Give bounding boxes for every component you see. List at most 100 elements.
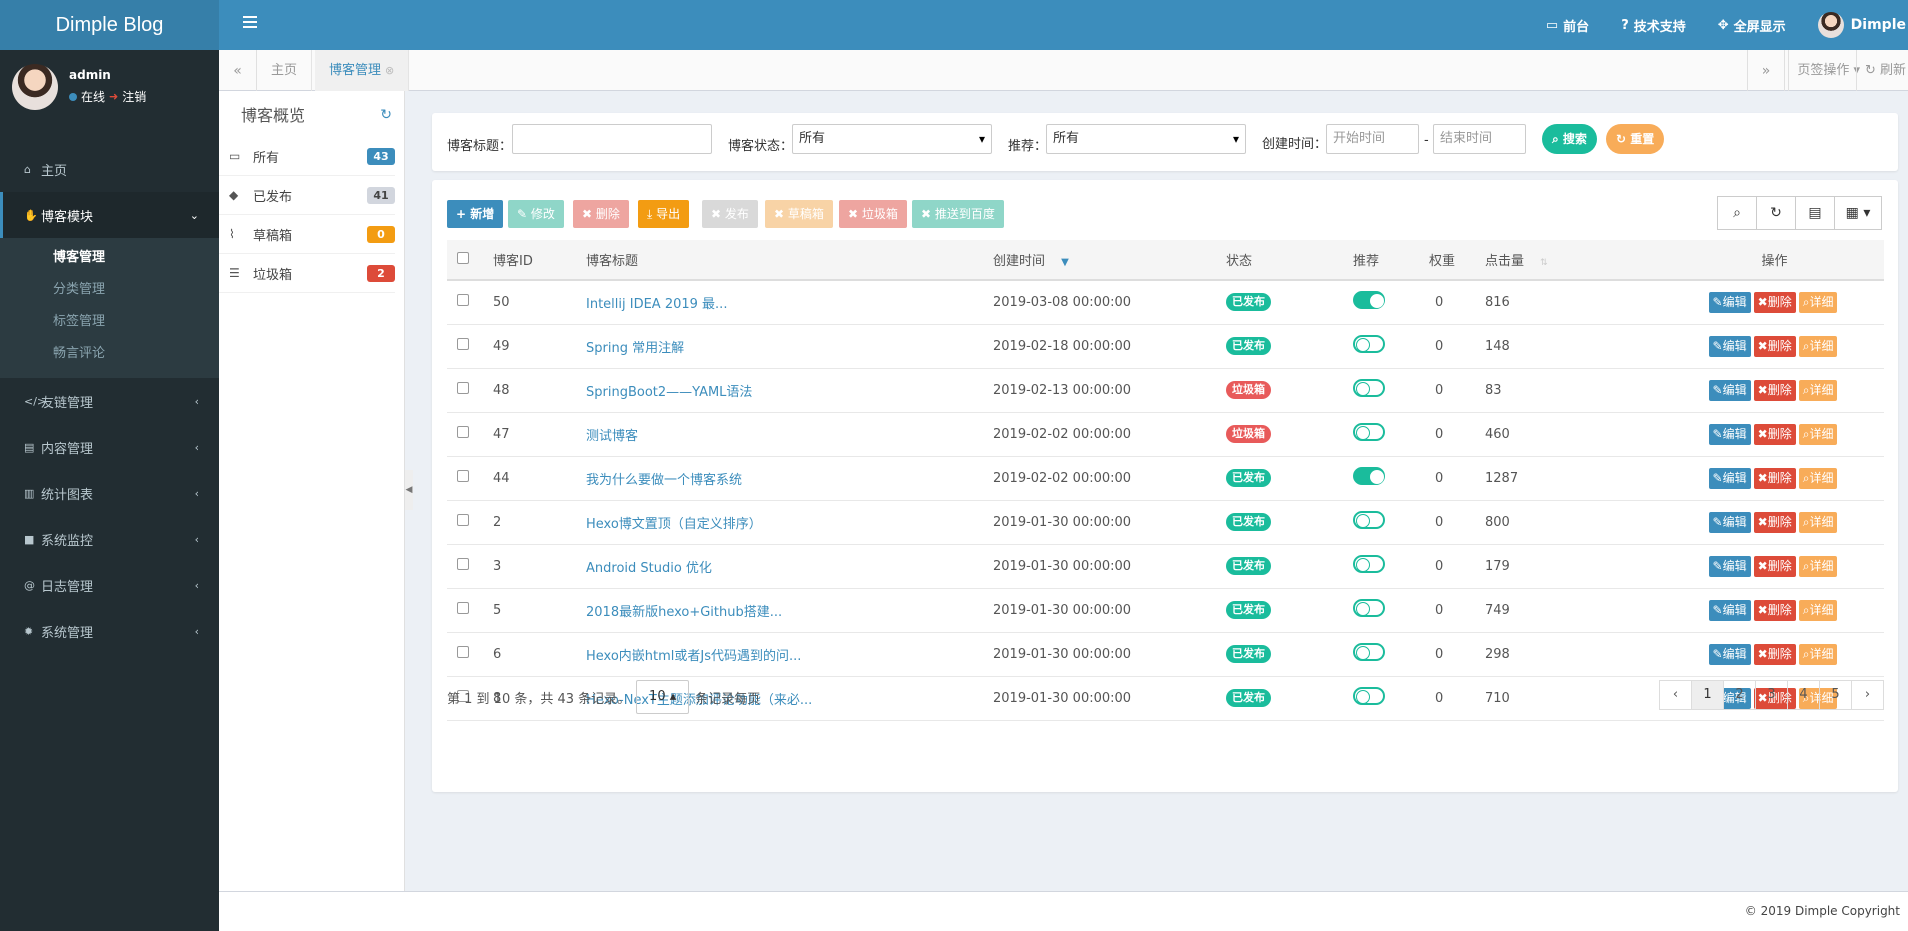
blog-title-link[interactable]: 测试博客	[586, 429, 638, 444]
submenu-category-manage[interactable]: 分类管理	[0, 274, 219, 306]
overview-item-published[interactable]: ◆ 已发布 41	[219, 176, 395, 215]
submenu-tag-manage[interactable]: 标签管理	[0, 306, 219, 338]
page-5[interactable]: 5	[1819, 680, 1852, 710]
recommend-toggle[interactable]	[1353, 423, 1385, 441]
refresh-tab-button[interactable]: ↻ 刷新	[1855, 50, 1908, 91]
sidebar-item-charts[interactable]: ▥ 统计图表 ‹	[0, 470, 219, 516]
col-recommend[interactable]: 推荐	[1343, 240, 1419, 281]
row-edit-button[interactable]: ✎编辑	[1708, 291, 1751, 313]
row-edit-button[interactable]: ✎编辑	[1708, 599, 1751, 621]
row-checkbox[interactable]	[457, 382, 469, 394]
sidebar-toggle-icon[interactable]	[243, 16, 257, 28]
blog-title-link[interactable]: Intellij IDEA 2019 最...	[586, 297, 727, 312]
row-delete-button[interactable]: ✖删除	[1753, 423, 1796, 445]
row-detail-button[interactable]: ⌕详细	[1798, 335, 1838, 357]
row-detail-button[interactable]: ⌕详细	[1798, 379, 1838, 401]
col-status[interactable]: 状态	[1216, 240, 1343, 281]
row-edit-button[interactable]: ✎编辑	[1708, 555, 1751, 577]
sidebar-item-blog-module[interactable]: ✋ 博客模块 ⌄	[0, 192, 219, 238]
row-delete-button[interactable]: ✖删除	[1753, 511, 1796, 533]
row-detail-button[interactable]: ⌕详细	[1798, 423, 1838, 445]
page-3[interactable]: 3	[1755, 680, 1788, 710]
row-edit-button[interactable]: ✎编辑	[1708, 643, 1751, 665]
row-detail-button[interactable]: ⌕详细	[1798, 511, 1838, 533]
blog-title-link[interactable]: Hexo内嵌html或者Js代码遇到的问...	[586, 649, 801, 664]
row-checkbox[interactable]	[457, 514, 469, 526]
recommend-toggle[interactable]	[1353, 379, 1385, 397]
overview-item-drafts[interactable]: ⌇ 草稿箱 0	[219, 215, 395, 254]
page-4[interactable]: 4	[1787, 680, 1820, 710]
page-2[interactable]: 2	[1723, 680, 1756, 710]
export-button[interactable]: ⤓ 导出	[638, 200, 690, 228]
recommend-toggle[interactable]	[1353, 687, 1385, 705]
submenu-blog-manage[interactable]: 博客管理	[0, 242, 219, 274]
sidebar-item-content[interactable]: ▤ 内容管理 ‹	[0, 424, 219, 470]
row-edit-button[interactable]: ✎编辑	[1708, 379, 1751, 401]
col-id[interactable]: 博客ID	[483, 240, 576, 281]
columns-icon[interactable]: ▦ ▾	[1834, 196, 1882, 230]
row-edit-button[interactable]: ✎编辑	[1708, 423, 1751, 445]
row-delete-button[interactable]: ✖删除	[1753, 599, 1796, 621]
row-checkbox[interactable]	[457, 602, 469, 614]
reset-button[interactable]: ↻ 重置	[1606, 124, 1665, 154]
toggle-view-icon[interactable]: ▤	[1795, 196, 1835, 230]
page-next[interactable]: ›	[1851, 680, 1884, 710]
tabs-scroll-right-icon[interactable]: »	[1747, 50, 1785, 91]
row-edit-button[interactable]: ✎编辑	[1708, 467, 1751, 489]
col-clicks[interactable]: 点击量 ⇅	[1475, 240, 1665, 281]
publish-button[interactable]: ✖ 发布	[702, 200, 758, 228]
recommend-toggle[interactable]	[1353, 599, 1385, 617]
trash-button[interactable]: ✖ 垃圾箱	[839, 200, 907, 228]
end-time-input[interactable]: 结束时间	[1433, 124, 1526, 154]
support-link[interactable]: ? 技术支持	[1621, 16, 1686, 35]
row-delete-button[interactable]: ✖删除	[1753, 643, 1796, 665]
sidebar-item-links[interactable]: </> 友链管理 ‹	[0, 378, 219, 424]
row-detail-button[interactable]: ⌕详细	[1798, 555, 1838, 577]
page-1[interactable]: 1	[1691, 680, 1724, 710]
row-checkbox[interactable]	[457, 470, 469, 482]
search-icon[interactable]: ⌕	[1717, 196, 1757, 230]
draft-button[interactable]: ✖ 草稿箱	[765, 200, 833, 228]
row-delete-button[interactable]: ✖删除	[1753, 335, 1796, 357]
col-weight[interactable]: 权重	[1419, 240, 1475, 281]
recommend-toggle[interactable]	[1353, 643, 1385, 661]
row-delete-button[interactable]: ✖删除	[1753, 291, 1796, 313]
col-create-time[interactable]: 创建时间 ▼	[983, 240, 1216, 281]
blog-title-link[interactable]: SpringBoot2——YAML语法	[586, 385, 752, 400]
row-checkbox[interactable]	[457, 426, 469, 438]
status-select[interactable]: 所有	[792, 124, 992, 154]
frontend-link[interactable]: ▭ 前台	[1546, 16, 1589, 35]
row-detail-button[interactable]: ⌕详细	[1798, 291, 1838, 313]
row-delete-button[interactable]: ✖删除	[1753, 555, 1796, 577]
refresh-icon[interactable]: ↻	[1756, 196, 1796, 230]
user-menu[interactable]: Dimple	[1817, 12, 1906, 38]
select-all-checkbox[interactable]	[457, 251, 469, 264]
edit-button[interactable]: ✎ 修改	[508, 200, 564, 228]
overview-item-trash[interactable]: ☰ 垃圾箱 2	[219, 254, 395, 293]
row-delete-button[interactable]: ✖删除	[1753, 379, 1796, 401]
app-logo[interactable]: Dimple Blog	[0, 0, 219, 50]
row-checkbox[interactable]	[457, 558, 469, 570]
blog-title-link[interactable]: 2018最新版hexo+Github搭建...	[586, 605, 782, 620]
delete-button[interactable]: ✖ 删除	[573, 200, 629, 228]
logout-icon[interactable]: ➜	[109, 90, 118, 103]
blog-title-input[interactable]	[512, 124, 712, 154]
sidebar-item-monitor[interactable]: ■ 系统监控 ‹	[0, 516, 219, 562]
close-icon[interactable]: ⊗	[385, 64, 394, 77]
row-detail-button[interactable]: ⌕详细	[1798, 599, 1838, 621]
panel-collapse-icon[interactable]: ◀	[405, 470, 413, 510]
search-button[interactable]: ⌕ 搜索	[1542, 124, 1597, 154]
blog-title-link[interactable]: 我为什么要做一个博客系统	[586, 473, 742, 488]
row-edit-button[interactable]: ✎编辑	[1708, 335, 1751, 357]
tabs-scroll-left-icon[interactable]: «	[219, 50, 257, 91]
page-size-select[interactable]: 10 ▴	[636, 680, 690, 714]
fullscreen-link[interactable]: ✥ 全屏显示	[1718, 16, 1786, 35]
recommend-toggle[interactable]	[1353, 335, 1385, 353]
recommend-select[interactable]: 所有	[1046, 124, 1246, 154]
overview-item-all[interactable]: ▭ 所有 43	[219, 137, 395, 176]
sidebar-item-system[interactable]: ✹ 系统管理 ‹	[0, 608, 219, 654]
blog-title-link[interactable]: Spring 常用注解	[586, 341, 684, 356]
push-baidu-button[interactable]: ✖ 推送到百度	[912, 200, 1004, 228]
row-checkbox[interactable]	[457, 338, 469, 350]
row-checkbox[interactable]	[457, 646, 469, 658]
